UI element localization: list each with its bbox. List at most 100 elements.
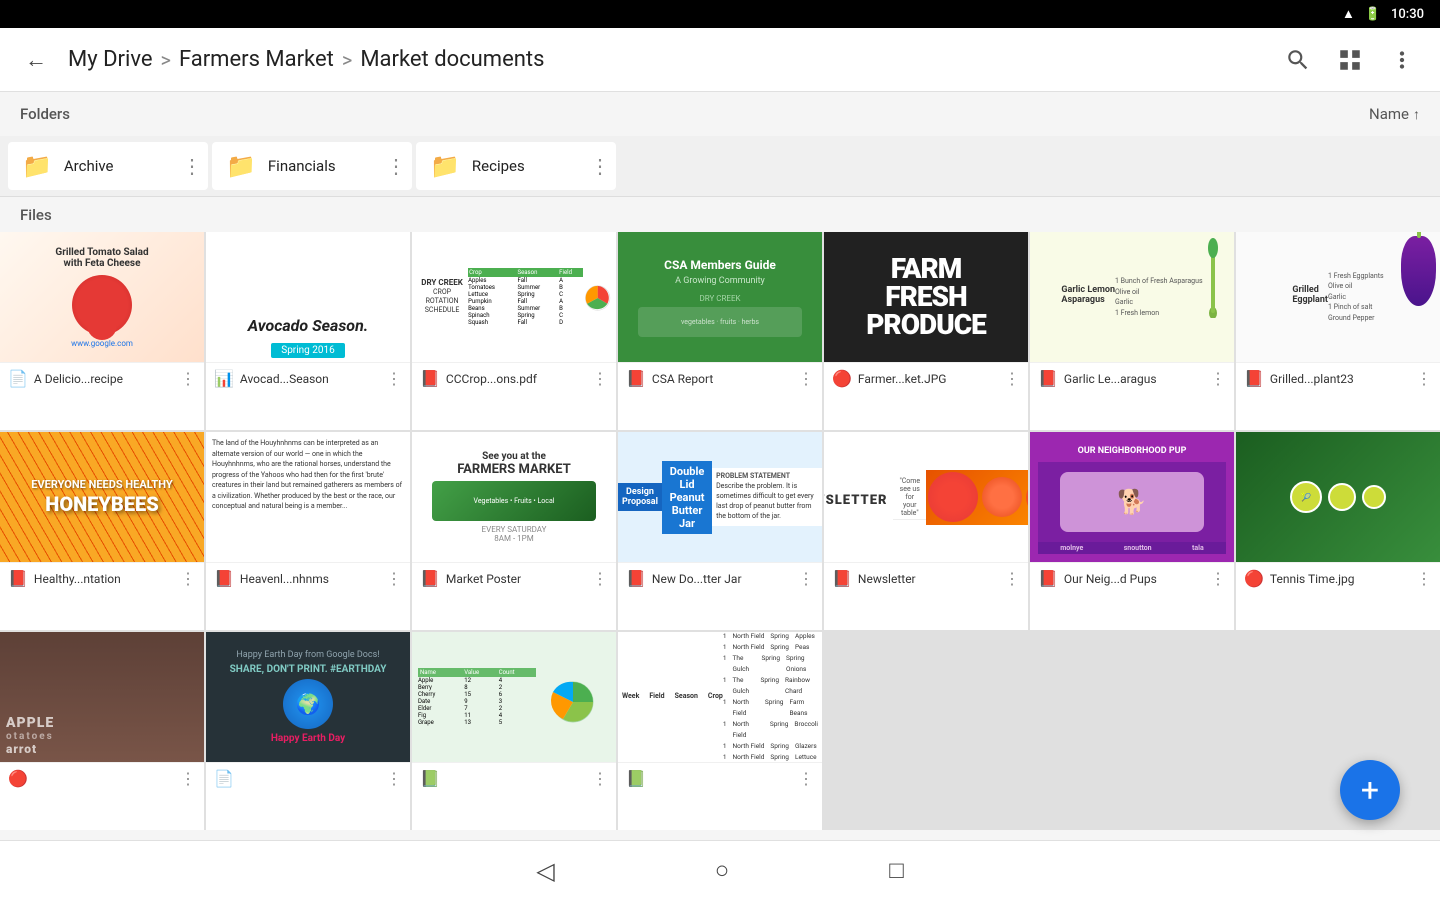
folder-item-recipes[interactable]: 📁 Recipes ⋮ [416,142,616,190]
file-more-icon[interactable]: ⋮ [798,769,814,788]
pdf-icon: 📕 [626,569,646,588]
file-name-10: New Do...tter Jar [652,572,792,586]
file-more-icon[interactable]: ⋮ [1416,369,1432,388]
file-item-5[interactable]: Garlic LemonAsparagus 1 Bunch of Fresh A… [1030,232,1234,430]
folders-section-header: Folders Name ↑ [0,92,1440,136]
folder-item-financials[interactable]: 📁 Financials ⋮ [212,142,412,190]
file-more-icon[interactable]: ⋮ [386,369,402,388]
folder-name: Financials [268,157,398,175]
file-more-icon[interactable]: ⋮ [180,369,196,388]
breadcrumb-root[interactable]: My Drive [68,47,153,72]
file-more-icon[interactable]: ⋮ [180,769,196,788]
file-thumb-1: Avocado Season. Spring 2016 [206,232,410,362]
file-name-0: A Delicio...recipe [34,372,174,386]
pdf-icon: 📕 [1244,369,1264,388]
file-thumb-10: Design Proposal Double Lid Peanut Butter… [618,432,822,562]
nav-home-button[interactable]: ○ [715,856,730,885]
file-name-8: Heavenl...nhnms [240,572,380,586]
file-info-13: 🔴 Tennis Time.jpg ⋮ [1236,562,1440,594]
file-more-icon[interactable]: ⋮ [1416,569,1432,588]
file-item-6[interactable]: GrilledEggplant 1 Fresh Eggplants Olive … [1236,232,1440,430]
file-item-0[interactable]: Grilled Tomato Saladwith Feta Cheese www… [0,232,204,430]
pdf-icon: 📕 [1038,569,1058,588]
pdf-icon: 📕 [420,369,440,388]
file-item-16[interactable]: NameValueCount Apple124 Berry82 Cherry15… [412,632,616,830]
search-button[interactable] [1276,38,1320,82]
file-thumb-17: WeekFieldSeasonCrop 1Mart FieldSpringStr… [618,632,822,762]
file-info-15: 📄 ⋮ [206,762,410,794]
file-item-4[interactable]: FARMFRESHPRODUCE 🔴 Farmer...ket.JPG ⋮ [824,232,1028,430]
file-thumb-14: Apple otatoes arrot [0,632,204,762]
file-info-5: 📕 Garlic Le...aragus ⋮ [1030,362,1234,394]
file-item-12[interactable]: OUR NEIGHBORHOOD PUP 🐕 molnye snoutton t… [1030,432,1234,630]
more-vert-icon [1389,47,1415,73]
file-info-9: 📕 Market Poster ⋮ [412,562,616,594]
sort-arrow-icon: ↑ [1413,106,1420,123]
pdf-icon: 📕 [832,569,852,588]
pdf-icon: 📕 [1038,369,1058,388]
file-item-14[interactable]: Apple otatoes arrot 🔴 ⋮ [0,632,204,830]
file-more-icon[interactable]: ⋮ [592,369,608,388]
file-more-icon[interactable]: ⋮ [1004,569,1020,588]
file-more-icon[interactable]: ⋮ [798,369,814,388]
file-more-icon[interactable]: ⋮ [180,569,196,588]
image-icon: 🔴 [832,369,852,388]
folder-item-archive[interactable]: 📁 Archive ⋮ [8,142,208,190]
file-item-15[interactable]: Happy Earth Day from Google Docs! SHARE,… [206,632,410,830]
file-item-7[interactable]: EVERYONE NEEDS HEALTHY HONEYBEES 📕 Healt… [0,432,204,630]
bottom-nav: ◁ ○ □ [0,840,1440,900]
files-label: Files [20,206,52,224]
slide-icon: 📊 [214,369,234,388]
file-more-icon[interactable]: ⋮ [592,769,608,788]
fab-add-button[interactable]: + [1340,760,1400,820]
search-icon [1285,47,1311,73]
grid-view-button[interactable] [1328,38,1372,82]
folders-row: 📁 Archive ⋮ 📁 Financials ⋮ 📁 Recipes ⋮ [0,136,1440,197]
more-options-button[interactable] [1380,38,1424,82]
file-item-17[interactable]: WeekFieldSeasonCrop 1Mart FieldSpringStr… [618,632,822,830]
nav-recent-button[interactable]: □ [889,856,904,885]
file-more-icon[interactable]: ⋮ [592,569,608,588]
folder-icon-gray: 📁 [22,152,52,180]
breadcrumb-current: Market documents [360,47,544,72]
file-item-9[interactable]: See you at theFARMERS MARKET Vegetables … [412,432,616,630]
folder-more-icon[interactable]: ⋮ [590,154,610,178]
breadcrumb-sep2: > [342,48,352,72]
breadcrumb-mid[interactable]: Farmers Market [179,47,334,72]
folder-more-icon[interactable]: ⋮ [182,154,202,178]
battery-icon: 🔋 [1365,7,1381,22]
pdf-icon: 📕 [8,569,28,588]
file-info-14: 🔴 ⋮ [0,762,204,794]
file-item-2[interactable]: DRY CREEKCROP ROTATION SCHEDULE CropSeas… [412,232,616,430]
file-more-icon[interactable]: ⋮ [386,569,402,588]
sheet-icon: 📗 [626,769,646,788]
file-info-2: 📕 CCCrop...ons.pdf ⋮ [412,362,616,394]
sheet-icon: 📗 [420,769,440,788]
file-more-icon[interactable]: ⋮ [1210,369,1226,388]
file-item-10[interactable]: Design Proposal Double Lid Peanut Butter… [618,432,822,630]
folder-more-icon[interactable]: ⋮ [386,154,406,178]
file-thumb-6: GrilledEggplant 1 Fresh Eggplants Olive … [1236,232,1440,362]
file-more-icon[interactable]: ⋮ [386,769,402,788]
file-more-icon[interactable]: ⋮ [1210,569,1226,588]
nav-back-button[interactable]: ◁ [536,857,554,885]
image-icon: 🔴 [1244,569,1264,588]
file-thumb-4: FARMFRESHPRODUCE [824,232,1028,362]
nav-back-icon: ◁ [536,857,554,885]
file-more-icon[interactable]: ⋮ [1004,369,1020,388]
wifi-icon: ▲ [1342,6,1355,22]
file-item-11[interactable]: NEWSLETTER "Come see us for your table" … [824,432,1028,630]
breadcrumb-sep1: > [161,48,171,72]
back-button[interactable]: ← [16,40,56,80]
file-item-8[interactable]: The land of the Houyhnhnms can be interp… [206,432,410,630]
file-name-11: Newsletter [858,572,998,586]
file-item-3[interactable]: CSA Members Guide A Growing Community DR… [618,232,822,430]
file-info-12: 📕 Our Neig...d Pups ⋮ [1030,562,1234,594]
file-item-13[interactable]: 🎾 🔴 Tennis Time.jpg ⋮ [1236,432,1440,630]
file-item-1[interactable]: Avocado Season. Spring 2016 📊 Avocad...S… [206,232,410,430]
top-bar-actions [1276,38,1424,82]
breadcrumb: My Drive > Farmers Market > Market docum… [68,47,1264,72]
file-more-icon[interactable]: ⋮ [798,569,814,588]
sort-button[interactable]: Name ↑ [1369,105,1420,123]
file-thumb-2: DRY CREEKCROP ROTATION SCHEDULE CropSeas… [412,232,616,362]
